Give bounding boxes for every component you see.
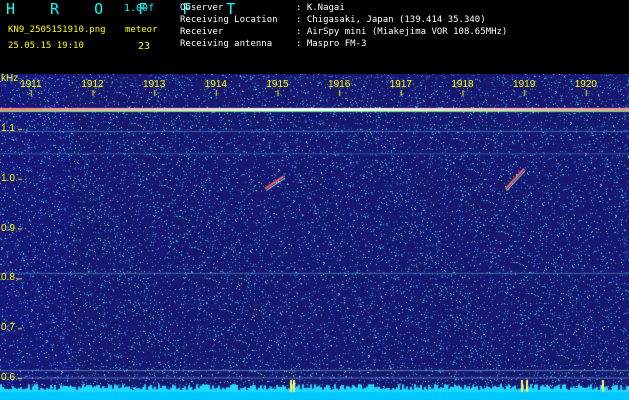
y-tick-label: 0.6: [1, 372, 15, 384]
x-tick-label: 1912: [81, 79, 104, 90]
x-tick-label: 1915: [266, 79, 289, 90]
info-value-location: : Chigasaki, Japan (139.414 35.340): [296, 15, 486, 25]
y-axis-label: kHz: [1, 73, 19, 84]
spectrogram-canvas: [0, 74, 629, 400]
info-label-antenna: Receiving antenna: [180, 39, 273, 49]
info-label-observer: Observer: [180, 3, 224, 13]
info-value-observer: : K.Nagai: [296, 3, 345, 13]
y-tick-label: 0.9: [1, 222, 15, 234]
y-tick-label: 0.8: [1, 272, 15, 284]
meteor-label: meteor: [125, 25, 158, 35]
x-tick-label: 1914: [204, 79, 227, 90]
datetime-label: 25.05.15 19:10: [8, 41, 84, 51]
version-label: 1.00f: [124, 3, 155, 14]
x-tick-label: 1919: [513, 79, 536, 90]
y-tick-label: 0.7: [1, 322, 15, 334]
y-tick-label: 1.0: [1, 172, 15, 184]
info-label-receiver: Receiver: [180, 27, 224, 37]
x-tick-label: 1916: [328, 79, 351, 90]
x-tick-label: 1918: [451, 79, 474, 90]
x-tick-label: 1911: [20, 79, 42, 90]
meteor-count: 23: [138, 41, 151, 52]
x-tick-label: 1920: [574, 79, 597, 90]
info-value-antenna: : Maspro FM-3: [296, 39, 367, 49]
filename-label: KN9_2505151910.png: [8, 25, 106, 35]
header-panel: H R O F F T 1.00f KN9_2505151910.png met…: [0, 0, 629, 74]
info-value-receiver: : AirSpy mini (Miakejima VOR 108.65MHz): [296, 27, 508, 37]
x-tick-label: 1917: [389, 79, 412, 90]
y-tick-label: 1.1: [1, 122, 15, 134]
info-label-location: Receiving Location: [180, 15, 278, 25]
x-tick-label: 1913: [143, 79, 166, 90]
